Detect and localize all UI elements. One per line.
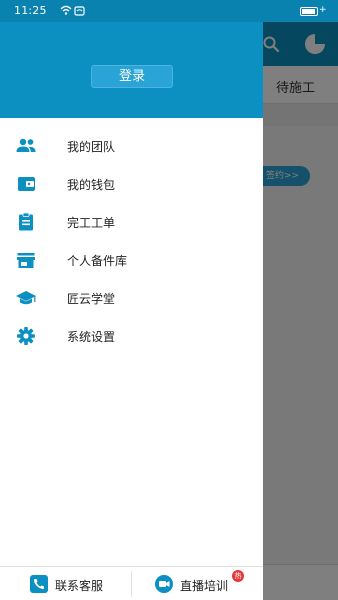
battery-icon [300, 7, 318, 16]
hot-badge: 热 [232, 570, 244, 582]
menu-item-settings[interactable]: 系统设置 [0, 317, 263, 355]
gear-icon [17, 327, 35, 345]
navigation-drawer: 登录 我的团队 我的钱包 完工工单 个人备件库 匠云学堂 系统设置 联系客服 直… [0, 22, 263, 600]
menu-label-settings: 系统设置 [67, 330, 116, 344]
menu-label-my-team: 我的团队 [67, 140, 116, 154]
menu-item-my-team[interactable]: 我的团队 [0, 127, 263, 165]
contact-support-label: 联系客服 [55, 579, 104, 593]
contact-support-button[interactable]: 联系客服 [0, 567, 131, 600]
drawer-footer: 联系客服 直播培训 热 [0, 566, 263, 600]
status-time: 11:25 [14, 4, 47, 17]
graduation-cap-icon [16, 291, 36, 305]
menu-label-personal-parts: 个人备件库 [67, 254, 128, 268]
video-camera-icon [155, 575, 173, 593]
menu-label-academy: 匠云学堂 [67, 292, 116, 306]
menu-item-personal-parts[interactable]: 个人备件库 [0, 241, 263, 279]
clipboard-icon [19, 212, 33, 231]
wifi-icon [60, 5, 85, 16]
menu-label-completed-orders: 完工工单 [67, 216, 116, 230]
menu-item-academy[interactable]: 匠云学堂 [0, 279, 263, 317]
drawer-menu: 我的团队 我的钱包 完工工单 个人备件库 匠云学堂 系统设置 [0, 127, 263, 355]
charging-icon: + [319, 5, 327, 15]
login-button[interactable]: 登录 [91, 65, 173, 88]
menu-item-my-wallet[interactable]: 我的钱包 [0, 165, 263, 203]
menu-label-my-wallet: 我的钱包 [67, 178, 116, 192]
menu-item-completed-orders[interactable]: 完工工单 [0, 203, 263, 241]
store-icon [17, 253, 35, 268]
wallet-icon [18, 177, 35, 191]
phone-icon [30, 575, 48, 593]
live-training-button[interactable]: 直播培训 热 [132, 567, 263, 600]
drawer-header: 登录 [0, 22, 263, 118]
status-bar: 11:25 + [0, 0, 338, 22]
live-training-label: 直播培训 [180, 579, 229, 593]
team-icon [16, 138, 36, 152]
